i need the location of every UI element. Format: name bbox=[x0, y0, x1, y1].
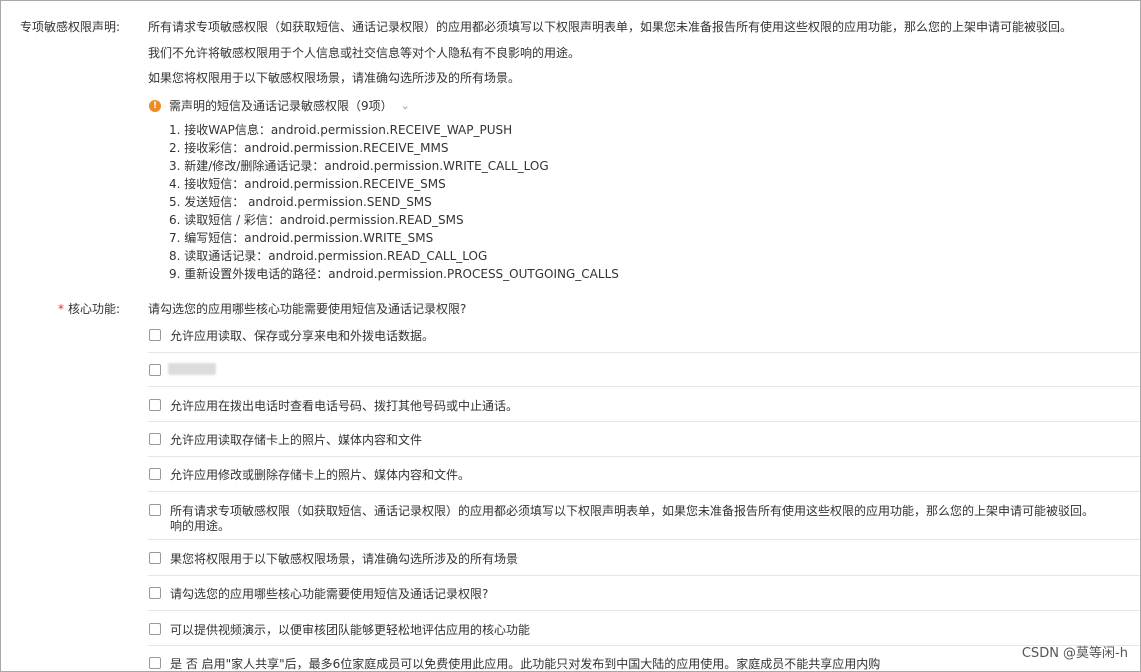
permission-item: 6. 读取短信 / 彩信：android.permission.READ_SMS bbox=[169, 213, 464, 227]
option-checkbox[interactable] bbox=[149, 329, 161, 341]
option-label: 允许应用读取、保存或分享来电和外拨电话数据。 bbox=[170, 329, 435, 343]
option-checkbox[interactable] bbox=[149, 468, 161, 480]
permission-item: 8. 读取通话记录：android.permission.READ_CALL_L… bbox=[169, 249, 488, 263]
permission-item: 9. 重新设置外拨电话的路径：android.permission.PROCES… bbox=[169, 267, 619, 281]
option-label: 果您将权限用于以下敏感权限场景，请准确勾选所涉及的所有场景 bbox=[170, 552, 519, 566]
option-checkbox[interactable] bbox=[149, 587, 161, 599]
option-label: 所有请求专项敏感权限（如获取短信、通话记录权限）的应用都必须填写以下权限声明表单… bbox=[170, 504, 1095, 518]
option-row[interactable]: 所有请求专项敏感权限（如获取短信、通话记录权限）的应用都必须填写以下权限声明表单… bbox=[148, 492, 1140, 540]
option-label: 允许应用读取存储卡上的照片、媒体内容和文件 bbox=[170, 433, 423, 447]
watermark: CSDN @莫等闲-h bbox=[1021, 646, 1128, 661]
permission-item: 5. 发送短信： android.permission.SEND_SMS bbox=[169, 195, 432, 209]
option-row[interactable]: 允许应用读取、保存或分享来电和外拨电话数据。 bbox=[148, 318, 1140, 353]
option-row[interactable]: 是 否 启用"家人共享"后，最多6位家庭成员可以免费使用此应用。此功能只对发布到… bbox=[148, 646, 1140, 672]
option-checkbox[interactable] bbox=[149, 504, 161, 516]
warning-icon: ! bbox=[149, 99, 161, 112]
option-row[interactable]: 可以提供视频演示，以便审核团队能够更轻松地评估应用的核心功能 bbox=[148, 611, 1140, 646]
option-label-continued: 响的用途。 bbox=[170, 519, 231, 533]
option-label: 允许应用修改或删除存储卡上的照片、媒体内容和文件。 bbox=[170, 468, 471, 482]
option-checkbox[interactable] bbox=[149, 364, 161, 376]
option-row[interactable]: 允许应用在拨出电话时查看电话号码、拨打其他号码或中止通话。 bbox=[148, 387, 1140, 422]
option-checkbox[interactable] bbox=[149, 623, 161, 635]
declaration-label: 专项敏感权限声明: bbox=[19, 20, 120, 34]
option-checkbox[interactable] bbox=[149, 552, 161, 564]
core-function-label: * 核心功能: bbox=[58, 300, 120, 317]
option-row[interactable]: 允许应用读取存储卡上的照片、媒体内容和文件 bbox=[148, 422, 1140, 457]
option-checkbox[interactable] bbox=[149, 399, 161, 411]
permission-item: 4. 接收短信：android.permission.RECEIVE_SMS bbox=[169, 177, 446, 191]
required-mark: * bbox=[57, 302, 64, 316]
permission-item: 3. 新建/修改/删除通话记录：android.permission.WRITE… bbox=[169, 159, 549, 173]
core-function-question: 请勾选您的应用哪些核心功能需要使用短信及通话记录权限? bbox=[148, 302, 467, 316]
permission-item: 1. 接收WAP信息：android.permission.RECEIVE_WA… bbox=[169, 123, 513, 137]
core-function-label-text: 核心功能: bbox=[67, 302, 120, 316]
permission-item: 2. 接收彩信：android.permission.RECEIVE_MMS bbox=[169, 141, 449, 155]
redacted-label bbox=[168, 363, 216, 375]
declaration-paragraph-3: 如果您将权限用于以下敏感权限场景，请准确勾选所涉及的所有场景。 bbox=[148, 71, 521, 85]
option-row[interactable] bbox=[148, 353, 1140, 387]
chevron-down-icon[interactable]: ⌄ bbox=[401, 99, 410, 112]
option-label: 是 否 启用"家人共享"后，最多6位家庭成员可以免费使用此应用。此功能只对发布到… bbox=[170, 657, 881, 671]
option-label: 允许应用在拨出电话时查看电话号码、拨打其他号码或中止通话。 bbox=[170, 399, 519, 413]
permission-list-title: 需声明的短信及通话记录敏感权限（9项） bbox=[169, 99, 393, 113]
declaration-paragraph-1: 所有请求专项敏感权限（如获取短信、通话记录权限）的应用都必须填写以下权限声明表单… bbox=[148, 20, 1073, 34]
option-row[interactable]: 允许应用修改或删除存储卡上的照片、媒体内容和文件。 bbox=[148, 457, 1140, 492]
option-checkbox[interactable] bbox=[149, 433, 161, 445]
option-row[interactable]: 请勾选您的应用哪些核心功能需要使用短信及通话记录权限? bbox=[148, 576, 1140, 611]
option-label: 请勾选您的应用哪些核心功能需要使用短信及通话记录权限? bbox=[170, 587, 489, 601]
permission-item: 7. 编写短信：android.permission.WRITE_SMS bbox=[169, 231, 434, 245]
option-row[interactable]: 果您将权限用于以下敏感权限场景，请准确勾选所涉及的所有场景 bbox=[148, 540, 1140, 576]
permission-list-toggle[interactable]: ! 需声明的短信及通话记录敏感权限（9项） ⌄ bbox=[149, 97, 410, 114]
declaration-paragraph-2: 我们不允许将敏感权限用于个人信息或社交信息等对个人隐私有不良影响的用途。 bbox=[148, 46, 581, 60]
option-label: 可以提供视频演示，以便审核团队能够更轻松地评估应用的核心功能 bbox=[170, 623, 531, 637]
option-checkbox[interactable] bbox=[149, 657, 161, 669]
